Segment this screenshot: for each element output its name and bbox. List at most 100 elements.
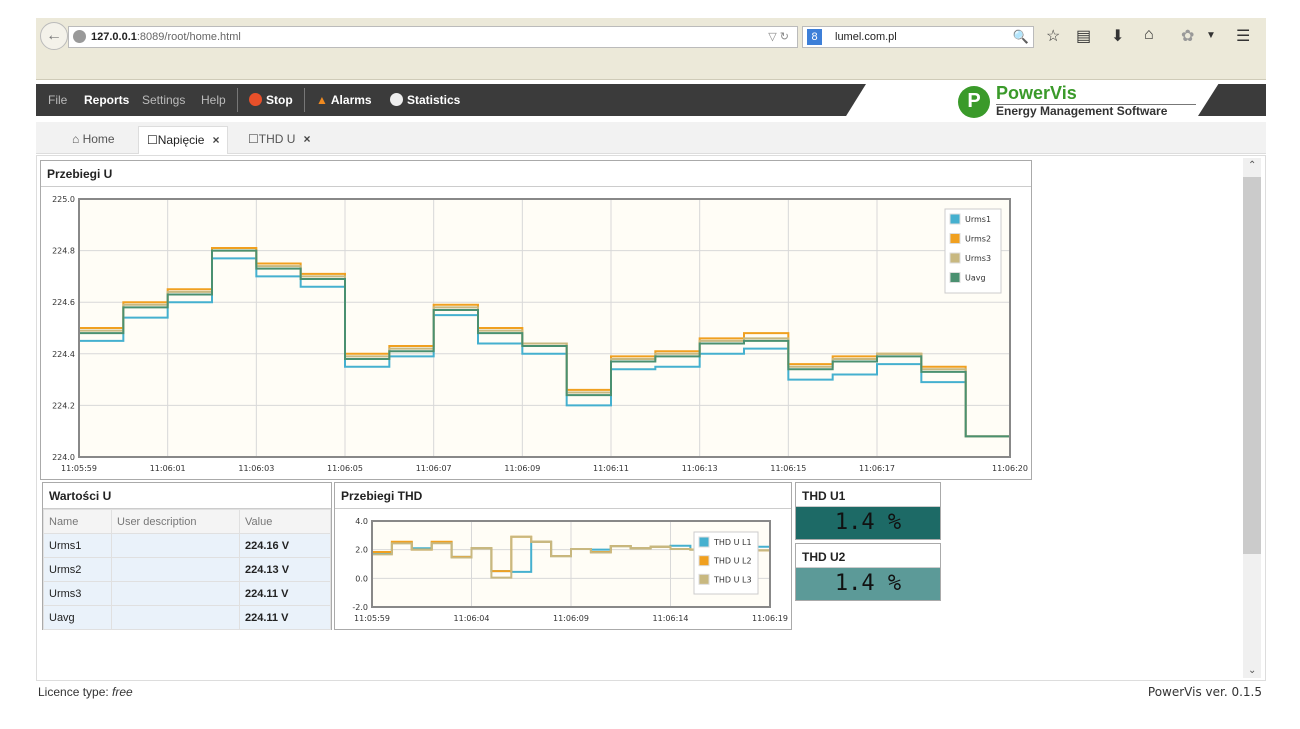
cell-value: 224.11 V [239, 605, 331, 630]
y-tick-label: 4.0 [355, 517, 368, 526]
home-icon[interactable]: ⌂ [1144, 26, 1154, 44]
menu-file[interactable]: File [48, 84, 67, 116]
table-row[interactable]: Urms1 224.16 V [43, 533, 331, 558]
menu-reports[interactable]: Reports [84, 84, 129, 116]
x-tick-label: 11:06:01 [150, 464, 186, 473]
column-header[interactable]: Value [239, 509, 331, 534]
y-tick-label: 224.6 [52, 298, 75, 307]
values-panel: Wartości U Name User description Value Urm… [42, 482, 332, 630]
cell-value: 224.16 V [239, 533, 331, 558]
tab-napiecie[interactable]: ☐Napięcie × [138, 126, 229, 154]
tile-value: 1.4 % [796, 507, 940, 539]
close-icon[interactable]: × [212, 133, 219, 147]
y-tick-label: 225.0 [52, 195, 75, 204]
search-icon[interactable]: 🔍 [1013, 27, 1029, 47]
x-tick-label: 11:06:17 [859, 464, 895, 473]
x-tick-label: 11:06:03 [238, 464, 274, 473]
addon-icon[interactable]: ✿ [1181, 26, 1194, 46]
legend-label: Urms2 [965, 235, 991, 244]
stop-button[interactable]: Stop [249, 84, 293, 116]
cell-value: 224.11 V [239, 581, 331, 606]
cell-name: Urms1 [43, 533, 112, 558]
search-box[interactable]: 8 lumel.com.pl 🔍 [802, 26, 1034, 48]
globe-icon [73, 30, 86, 43]
thd-u2-tile: THD U2 1.4 % [795, 543, 941, 601]
thd-u1-tile: THD U1 1.4 % [795, 482, 941, 540]
x-tick-label: 11:06:09 [553, 614, 589, 623]
voltage-chart: 225.0 224.8 224.6 224.4 224.2 224.0 11:05:59 11… [52, 195, 1028, 473]
tab-label: THD U [258, 132, 296, 146]
chevron-down-icon[interactable]: ▼ [1206, 30, 1216, 41]
tile-value: 1.4 % [796, 568, 940, 600]
y-tick-label: 2.0 [355, 546, 368, 555]
close-icon[interactable]: × [303, 132, 310, 146]
powervis-logo: P PowerVis Energy Management Software [958, 83, 1198, 118]
url-host: 127.0.0.1 [91, 31, 137, 43]
panel-title: Przebiegi THD [335, 483, 791, 509]
cell-desc [111, 533, 240, 558]
legend-swatch [949, 213, 961, 225]
bell-icon: ▲ [316, 93, 328, 107]
stop-label: Stop [266, 93, 293, 107]
menu-bar-end [1198, 84, 1266, 116]
reload-icon[interactable]: ▽ ↻ [768, 27, 789, 47]
legend-label: Uavg [965, 274, 986, 283]
address-bar[interactable]: 127.0.0.1:8089/root/home.html ▽ ↻ [68, 26, 798, 48]
back-button[interactable]: ← [40, 22, 68, 50]
tile-title: THD U2 [796, 544, 940, 568]
x-tick-label: 11:06:14 [653, 614, 689, 623]
table-row[interactable]: Uavg 224.11 V [43, 605, 331, 630]
alarms-button[interactable]: ▲ Alarms [316, 84, 372, 116]
cell-desc [111, 605, 240, 630]
menu-icon[interactable]: ☰ [1236, 26, 1250, 46]
legend-label: THD U L3 [713, 575, 752, 584]
x-tick-label: 11:06:04 [454, 614, 490, 623]
download-icon[interactable]: ⬇ [1111, 26, 1124, 46]
legend-label: Urms3 [965, 254, 991, 263]
tab-thd-u[interactable]: ☐THD U × [240, 126, 318, 154]
cell-desc [111, 557, 240, 582]
x-tick-label: 11:06:15 [770, 464, 806, 473]
thd-chart: 4.0 2.0 0.0 -2.0 11:05:59 11:06:04 11:06:09 11:… [352, 517, 788, 623]
licence-label: Licence type: [38, 685, 113, 699]
search-engine-icon[interactable]: 8 [807, 29, 822, 45]
legend-swatch [949, 252, 961, 264]
table-row[interactable]: Urms2 224.13 V [43, 557, 331, 582]
licence-info: Licence type: free [38, 685, 133, 699]
stop-icon [249, 93, 262, 106]
brand-tagline: Energy Management Software [996, 104, 1168, 118]
scrollbar-thumb[interactable] [1243, 177, 1261, 554]
x-tick-label: 11:06:11 [593, 464, 629, 473]
legend-swatch [698, 573, 710, 585]
tab-home[interactable]: ⌂ Home [64, 126, 123, 154]
x-tick-label: 11:05:59 [61, 464, 97, 473]
app-menu-bar: File Reports Settings Help Stop ▲ Alarms … [36, 84, 866, 116]
legend-label: THD U L2 [713, 557, 752, 566]
menu-settings[interactable]: Settings [142, 84, 185, 116]
legend-swatch [949, 233, 961, 244]
x-tick-label: 11:06:19 [752, 614, 788, 623]
alarms-label: Alarms [330, 93, 372, 107]
statistics-label: Statistics [407, 93, 461, 107]
reading-list-icon[interactable]: ▤ [1076, 26, 1091, 46]
column-header[interactable]: User description [111, 509, 240, 534]
cell-name: Uavg [43, 605, 112, 630]
brand-name: PowerVis [996, 83, 1077, 103]
bookmark-star-icon[interactable]: ☆ [1046, 26, 1060, 46]
legend-swatch [698, 555, 710, 567]
legend-swatch [698, 536, 710, 548]
table-row[interactable]: Urms3 224.11 V [43, 581, 331, 606]
y-tick-label: 0.0 [355, 574, 368, 583]
version-info: PowerVis ver. 0.1.5 [1147, 685, 1262, 699]
browser-toolbar: ← 127.0.0.1:8089/root/home.html ▽ ↻ 8 lu… [36, 18, 1266, 80]
chevron-down-icon[interactable]: ⌄ [1248, 665, 1256, 676]
chevron-up-icon[interactable]: ⌃ [1248, 160, 1256, 171]
divider [237, 88, 238, 112]
x-tick-label: 11:06:13 [682, 464, 718, 473]
statistics-button[interactable]: Statistics [390, 84, 460, 116]
legend-label: Urms1 [965, 215, 991, 224]
menu-help[interactable]: Help [201, 84, 226, 116]
column-header[interactable]: Name [43, 509, 112, 534]
y-tick-label: 224.4 [52, 350, 75, 359]
legend-label: THD U L1 [713, 538, 752, 547]
